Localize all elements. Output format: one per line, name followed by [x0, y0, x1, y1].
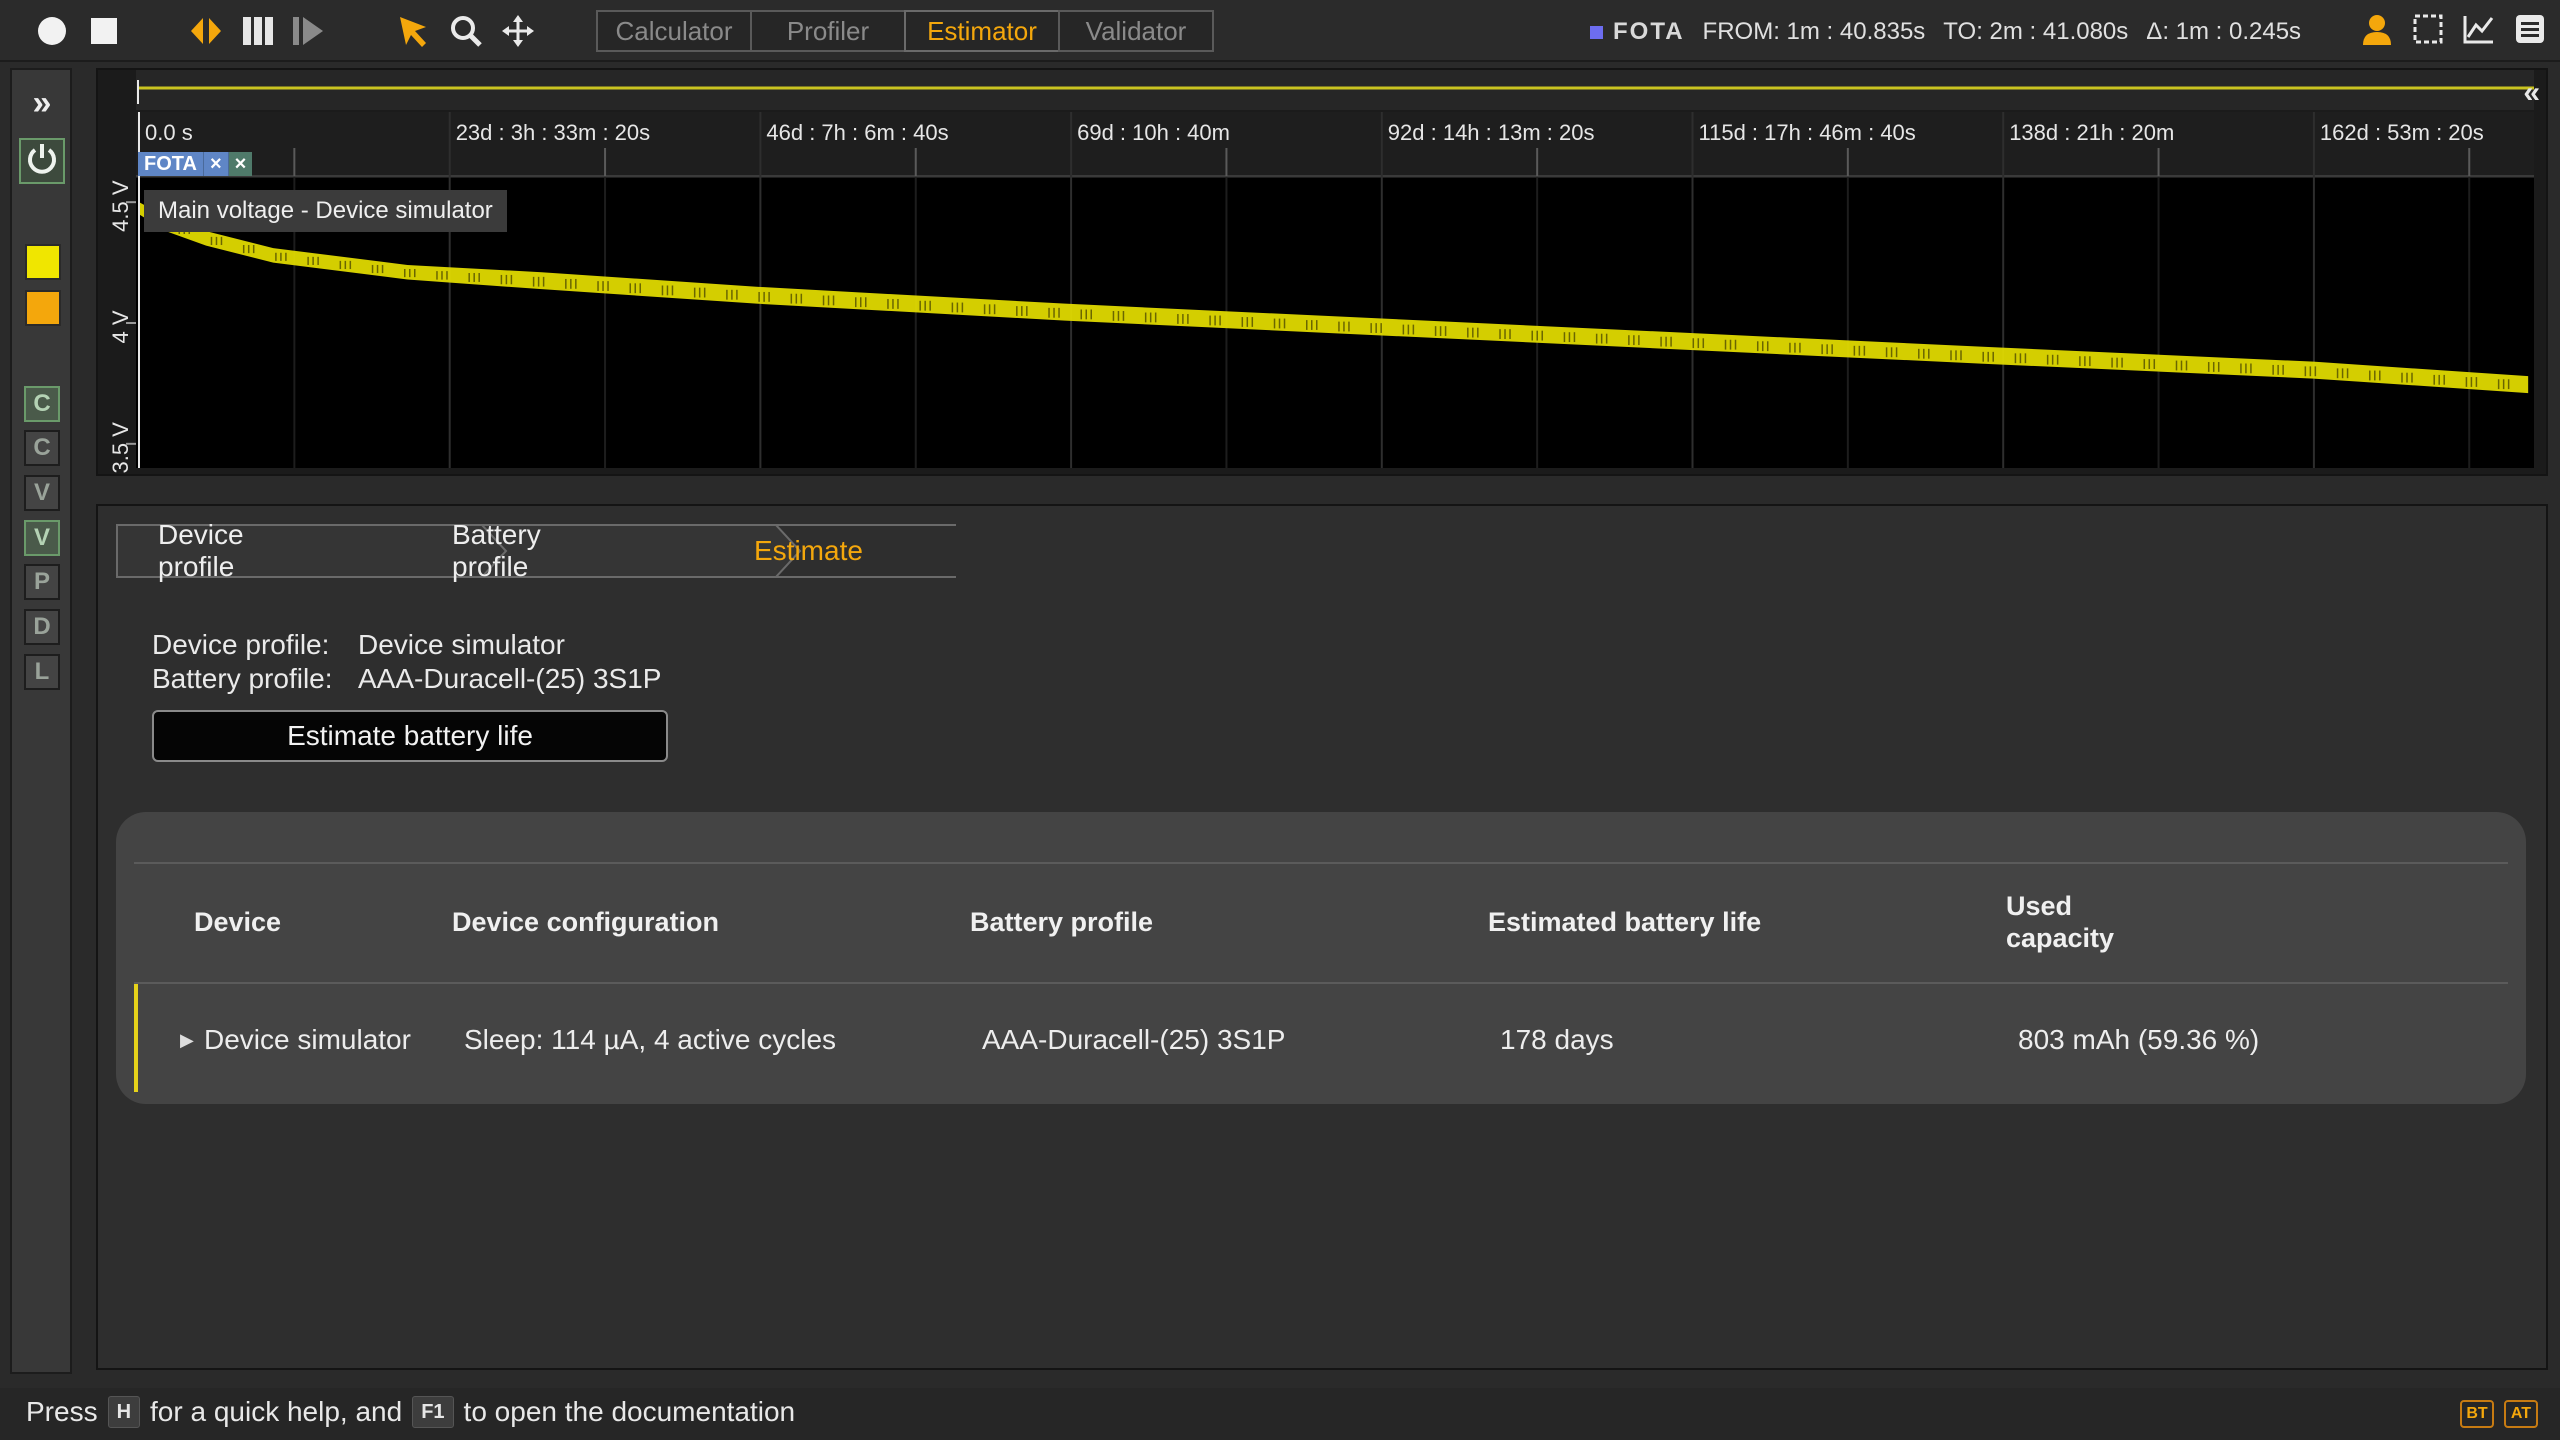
- selection-readout: FOTA FROM: 1m : 40.835s TO: 2m : 41.080s…: [1590, 14, 2319, 50]
- x-tick-label: 46d : 7h : 6m : 40s: [766, 120, 948, 145]
- cell-device-configuration: Sleep: 114 µA, 4 active cycles: [464, 1024, 837, 1055]
- stop-icon[interactable]: [88, 12, 120, 50]
- y-tick-label: 3.5 V: [108, 422, 133, 474]
- y-tick-label: 4 V: [108, 310, 133, 343]
- help-key-f1: F1: [412, 1396, 454, 1428]
- x-tick-label: 138d : 21h : 20m: [2009, 120, 2174, 145]
- cell-used-capacity: 803 mAh (59.36 %): [2018, 1024, 2260, 1055]
- voltage-chart[interactable]: 0.0 s 23d : 3h : 33m : 20s 46d : 7h : 6m :…: [98, 70, 2546, 474]
- delta-time: Δ: 1m : 0.245s: [2146, 18, 2302, 45]
- series-tooltip: Main voltage - Device simulator: [144, 190, 507, 232]
- mode-tabs: Calculator Profiler Estimator Validator: [596, 10, 1214, 52]
- marker-tag-label: FOTA: [138, 152, 203, 176]
- left-sidebar: » C C V V P D L: [10, 68, 72, 1374]
- tab-profiler[interactable]: Profiler: [750, 10, 906, 52]
- table-top-divider: [134, 862, 2508, 864]
- channel-color-yellow[interactable]: [25, 244, 61, 280]
- marker-close-icon[interactable]: ×: [202, 152, 228, 176]
- help-key-h: H: [107, 1396, 141, 1428]
- status-badges: BT AT: [2460, 1400, 2538, 1428]
- pause-icon[interactable]: [240, 12, 276, 50]
- top-toolbar: Calculator Profiler Estimator Validator …: [0, 0, 2560, 62]
- y-tick-label: 4.5 V: [108, 180, 133, 232]
- marker-tag[interactable]: FOTA × ×: [138, 152, 253, 176]
- estimator-panel: Device profile Battery profile Estimate …: [96, 504, 2548, 1370]
- tab-estimator[interactable]: Estimator: [904, 10, 1060, 52]
- header-device-configuration: Device configuration: [452, 907, 720, 937]
- badge-at[interactable]: AT: [2504, 1400, 2538, 1428]
- help-mid-text: for a quick help, and: [150, 1396, 403, 1427]
- step-battery-profile[interactable]: Battery profile: [452, 519, 541, 582]
- tab-validator[interactable]: Validator: [1058, 10, 1214, 52]
- help-hint: Press H for a quick help, and F1 to open…: [26, 1396, 795, 1428]
- x-tick-label: 0.0 s: [145, 120, 193, 145]
- results-table: Device Device configuration Battery prof…: [116, 812, 2526, 1104]
- tab-calculator[interactable]: Calculator: [596, 10, 752, 52]
- device-profile-label: Device profile:: [152, 629, 330, 660]
- power-button[interactable]: [19, 138, 65, 184]
- x-tick-label: 69d : 10h : 40m: [1077, 120, 1230, 145]
- header-used-capacity: Used capacity: [2006, 891, 2115, 953]
- x-tick-label: 23d : 3h : 33m : 20s: [456, 120, 650, 145]
- expand-sidebar-button[interactable]: »: [21, 82, 63, 124]
- chart-icon[interactable]: [2462, 13, 2496, 50]
- toolbar-right-icons: [2360, 12, 2546, 50]
- help-end-text: to open the documentation: [463, 1396, 796, 1427]
- zoom-icon[interactable]: [448, 12, 484, 50]
- marker-color-swatch: [1590, 25, 1603, 39]
- header-battery-profile: Battery profile: [970, 907, 1154, 937]
- channel-c-2[interactable]: C: [24, 430, 60, 466]
- marker-name: FOTA: [1613, 18, 1685, 45]
- battery-profile-value: AAA-Duracell-(25) 3S1P: [358, 663, 662, 694]
- header-device: Device: [194, 907, 282, 937]
- channel-c-1[interactable]: C: [24, 386, 60, 422]
- to-time: TO: 2m : 41.080s: [1943, 18, 2129, 45]
- cell-estimated-battery-life: 178 days: [1500, 1024, 1614, 1055]
- step-icon[interactable]: [290, 12, 326, 50]
- row-accent-bar: [134, 984, 138, 1092]
- channel-v-1[interactable]: V: [24, 475, 60, 511]
- table-header-divider: [134, 982, 2508, 984]
- channel-v-2[interactable]: V: [24, 520, 60, 556]
- step-estimate[interactable]: Estimate: [754, 524, 863, 578]
- x-tick-label: 92d : 14h : 13m : 20s: [1388, 120, 1595, 145]
- expand-row-icon[interactable]: ▶: [180, 1030, 194, 1051]
- pointer-icon[interactable]: [394, 12, 434, 50]
- collapse-chart-button[interactable]: «: [2523, 76, 2540, 110]
- power-icon: [24, 141, 60, 182]
- user-icon[interactable]: [2360, 12, 2394, 51]
- record-icon[interactable]: [34, 12, 70, 50]
- cell-battery-profile: AAA-Duracell-(25) 3S1P: [982, 1024, 1286, 1055]
- badge-bt[interactable]: BT: [2460, 1400, 2494, 1428]
- channel-d[interactable]: D: [24, 609, 60, 645]
- marker-remove-icon[interactable]: ×: [227, 152, 253, 176]
- channel-p[interactable]: P: [24, 564, 60, 600]
- x-tick-label: 115d : 17h : 46m : 40s: [1699, 120, 1916, 145]
- chart-panel: 0.0 s 23d : 3h : 33m : 20s 46d : 7h : 6m :…: [96, 68, 2548, 476]
- cell-device[interactable]: Device simulator: [204, 1024, 411, 1056]
- status-bar: Press H for a quick help, and F1 to open…: [0, 1388, 2560, 1440]
- selection-box-icon[interactable]: [2412, 13, 2444, 50]
- estimate-battery-life-button[interactable]: Estimate battery life: [152, 710, 668, 762]
- device-profile-value: Device simulator: [358, 629, 565, 660]
- x-tick-label: 162d : 53m : 20s: [2320, 120, 2484, 145]
- trigger-icon[interactable]: [188, 12, 224, 50]
- battery-profile-label: Battery profile:: [152, 663, 333, 694]
- header-estimated-battery-life: Estimated battery life: [1488, 907, 1762, 937]
- overview-strip: [136, 70, 2534, 110]
- from-time: FROM: 1m : 40.835s: [1702, 18, 1926, 45]
- profile-summary: Device profile: Device simulator Battery…: [152, 628, 661, 696]
- help-press-text: Press: [26, 1396, 98, 1427]
- channel-l[interactable]: L: [24, 654, 60, 690]
- pan-icon[interactable]: [500, 12, 536, 50]
- channel-color-orange[interactable]: [25, 290, 61, 326]
- step-device-profile[interactable]: Device profile: [158, 519, 244, 582]
- menu-icon[interactable]: [2514, 13, 2546, 50]
